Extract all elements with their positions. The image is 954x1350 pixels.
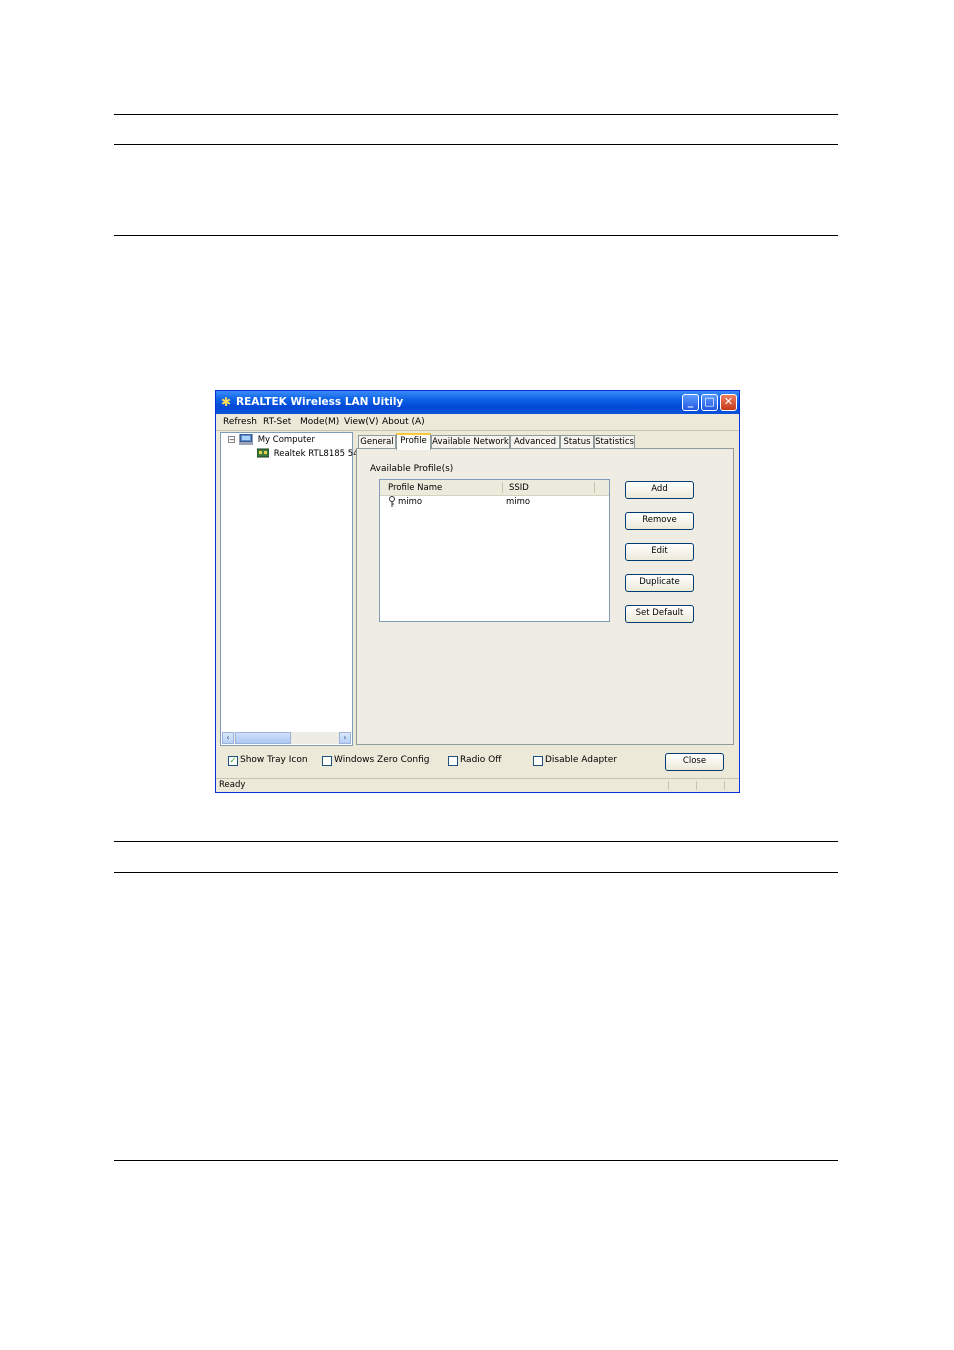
disable-adapter-label: Disable Adapter <box>545 755 617 765</box>
column-divider[interactable] <box>502 482 503 493</box>
tab-available-network[interactable]: Available Network <box>431 435 510 449</box>
scroll-thumb[interactable] <box>235 732 291 744</box>
status-bar: Ready <box>216 778 739 792</box>
tab-advanced[interactable]: Advanced <box>510 435 560 449</box>
page-rule-top-3 <box>114 235 838 236</box>
show-tray-icon-label: Show Tray Icon <box>240 755 308 765</box>
tab-status[interactable]: Status <box>560 435 594 449</box>
scroll-right-icon[interactable]: › <box>339 732 351 744</box>
menu-refresh[interactable]: Refresh <box>223 417 257 427</box>
remove-button[interactable]: Remove <box>625 512 694 530</box>
set-default-button[interactable]: Set Default <box>625 605 694 623</box>
tree-root-label: My Computer <box>257 435 316 445</box>
tab-statistics[interactable]: Statistics <box>594 435 635 449</box>
radio-off-label: Radio Off <box>460 755 502 765</box>
menu-rt-set[interactable]: RT-Set <box>263 417 291 427</box>
status-divider <box>724 781 725 790</box>
maximize-button[interactable]: □ <box>701 394 718 411</box>
checkbox-unchecked-icon[interactable] <box>322 756 332 766</box>
column-profile-name[interactable]: Profile Name <box>388 483 442 493</box>
window-title: REALTEK Wireless LAN Uitily <box>236 396 404 408</box>
menu-view[interactable]: View(V) <box>344 417 379 427</box>
adapter-tree[interactable]: − My Computer Realtek RTL8185 54f ‹ › <box>220 432 362 746</box>
close-button[interactable]: Close <box>665 753 724 771</box>
minimize-button[interactable]: _ <box>682 394 699 411</box>
table-row[interactable]: mimo mimo <box>380 496 609 509</box>
checkbox-checked-icon[interactable]: ✓ <box>228 756 238 766</box>
profile-tab-panel: Available Profile(s) Profile Name SSID m… <box>356 448 734 745</box>
add-button[interactable]: Add <box>625 481 694 499</box>
profile-list[interactable]: Profile Name SSID mimo mimo <box>379 479 610 622</box>
column-ssid[interactable]: SSID <box>509 483 529 493</box>
page-rule-top-1 <box>114 114 838 115</box>
edit-button[interactable]: Edit <box>625 543 694 561</box>
app-icon: ✱ <box>221 395 232 409</box>
page-rule-bottom-1 <box>114 841 838 842</box>
computer-icon <box>239 433 253 445</box>
tree-horizontal-scrollbar[interactable]: ‹ › <box>222 732 351 744</box>
network-adapter-icon <box>256 448 270 458</box>
profile-key-icon <box>389 496 395 507</box>
duplicate-button[interactable]: Duplicate <box>625 574 694 592</box>
row-profile-name: mimo <box>398 497 423 507</box>
available-profiles-label: Available Profile(s) <box>370 464 454 474</box>
close-window-button[interactable]: ✕ <box>720 394 737 411</box>
tab-profile[interactable]: Profile <box>396 433 431 450</box>
status-divider <box>696 781 697 790</box>
tree-item-adapter[interactable]: Realtek RTL8185 54f <box>256 448 362 459</box>
column-divider[interactable] <box>594 482 595 493</box>
checkbox-unchecked-icon[interactable] <box>533 756 543 766</box>
tree-item-my-computer[interactable]: My Computer <box>239 433 316 445</box>
tree-adapter-label: Realtek RTL8185 54f <box>273 448 362 459</box>
tab-general[interactable]: General <box>358 435 396 449</box>
collapse-icon[interactable]: − <box>228 436 235 444</box>
profile-list-header: Profile Name SSID <box>380 480 609 496</box>
scroll-left-icon[interactable]: ‹ <box>222 732 234 744</box>
page-rule-bottom-2 <box>114 872 838 873</box>
menu-about[interactable]: About (A) <box>382 417 425 427</box>
menu-bar: Refresh RT-Set Mode(M) View(V) About (A) <box>216 414 739 431</box>
status-divider <box>668 781 669 790</box>
status-text: Ready <box>219 780 246 790</box>
menu-mode[interactable]: Mode(M) <box>300 417 339 427</box>
realtek-utility-window: ✱ REALTEK Wireless LAN Uitily _ □ ✕ Refr… <box>215 390 740 793</box>
row-ssid: mimo <box>506 497 531 507</box>
title-bar[interactable]: ✱ REALTEK Wireless LAN Uitily _ □ ✕ <box>216 391 739 414</box>
page-rule-top-2 <box>114 144 838 145</box>
windows-zero-config-label: Windows Zero Config <box>334 755 430 765</box>
checkbox-unchecked-icon[interactable] <box>448 756 458 766</box>
page-rule-bottom-3 <box>114 1160 838 1161</box>
